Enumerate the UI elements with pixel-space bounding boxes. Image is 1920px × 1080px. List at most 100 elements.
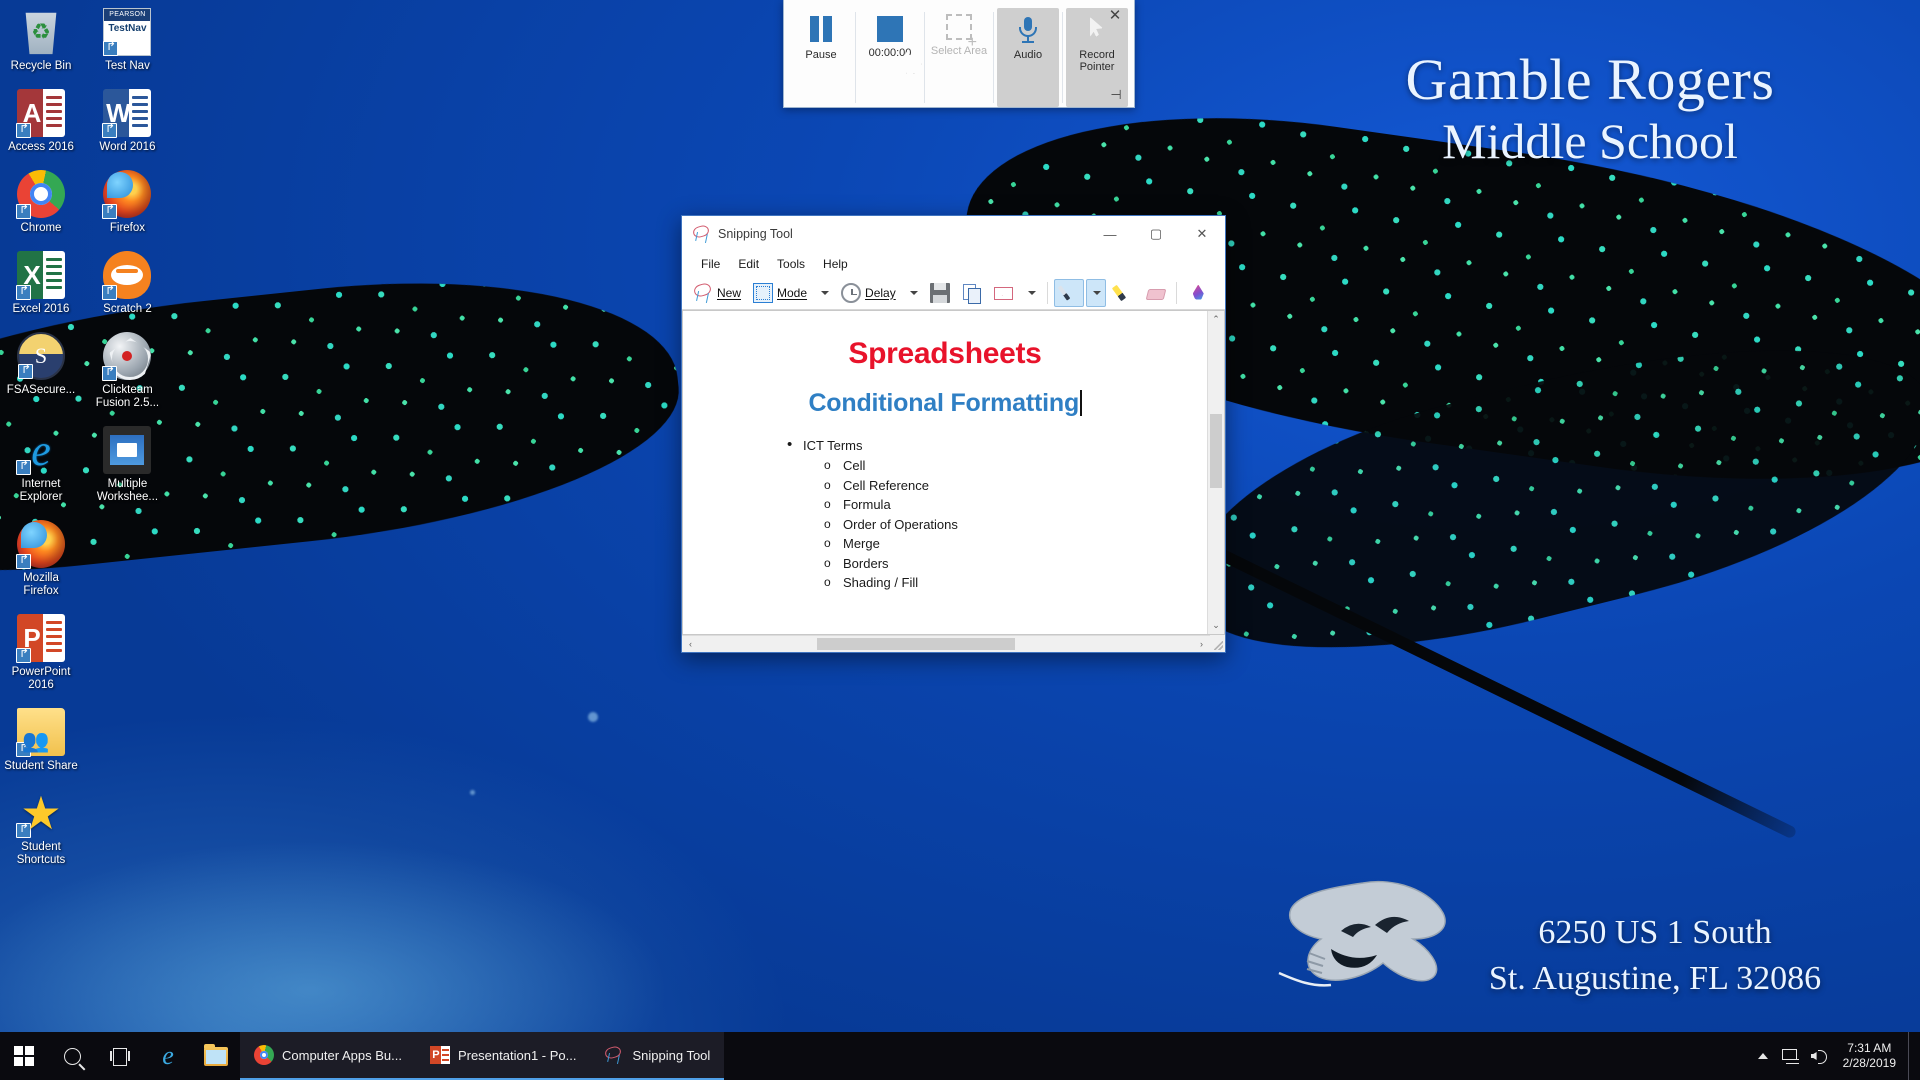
slide-bullet-level2: Cell [787, 456, 1207, 476]
captured-slide-image[interactable]: Spreadsheets Conditional Formatting ICT … [683, 311, 1207, 634]
scroll-thumb[interactable] [1210, 414, 1222, 488]
menu-tools[interactable]: Tools [768, 255, 814, 273]
scroll-track[interactable] [1208, 328, 1224, 617]
bubble [470, 790, 475, 795]
copy-snip-button[interactable] [957, 279, 987, 307]
desktop-icon-excel-2016[interactable]: X Excel 2016 [2, 247, 80, 318]
desktop-icon-scratch-2[interactable]: Scratch 2 [88, 247, 166, 318]
window-titlebar[interactable]: Snipping Tool — ▢ ✕ [682, 216, 1225, 252]
screen-recording-toolbar[interactable]: Pause 00:00:00 Select Area Audio Record … [783, 0, 1135, 108]
desktop-icon-internet-explorer[interactable]: Internet Explorer [2, 422, 80, 506]
pen-dropdown[interactable] [1085, 278, 1106, 307]
desktop-icon-recycle-bin[interactable]: Recycle Bin [2, 4, 80, 75]
horizontal-scrollbar[interactable]: ‹ › [682, 635, 1210, 652]
slide-bullet-level2: Order of Operations [787, 515, 1207, 535]
eraser-tool-button[interactable] [1140, 279, 1170, 307]
desktop-icon-chrome[interactable]: Chrome [2, 166, 80, 237]
text-cursor [1080, 390, 1082, 416]
taskbar-pinned-edge[interactable]: e [144, 1032, 192, 1080]
scroll-left-button[interactable]: ‹ [682, 636, 699, 652]
search-button[interactable] [48, 1032, 96, 1080]
divider [1175, 281, 1177, 304]
menu-file[interactable]: File [692, 255, 729, 273]
testnav-pearson-icon: PEARSON TestNav [103, 8, 152, 56]
desktop-icon-word-2016[interactable]: W Word 2016 [88, 85, 166, 156]
internet-explorer-icon [16, 426, 65, 475]
desktop-icon-grid: Recycle Bin PEARSONTestNav Test Nav A Ac… [0, 4, 170, 879]
search-icon [63, 1047, 81, 1065]
clock[interactable]: 7:31 AM 2/28/2019 [1833, 1041, 1908, 1071]
desktop-icon-powerpoint-2016[interactable]: P PowerPoint 2016 [2, 610, 80, 694]
chevron-up-icon [1757, 1053, 1768, 1059]
desktop-icon-clickteam-fusion[interactable]: Clickteam Fusion 2.5... [88, 328, 166, 412]
new-snip-button[interactable]: New [688, 279, 746, 307]
color-picker-button[interactable] [1183, 279, 1213, 307]
highlighter-tool-button[interactable] [1108, 279, 1138, 307]
vertical-scrollbar[interactable]: ⌃ ⌄ [1207, 311, 1224, 634]
window-controls: — ▢ ✕ [1087, 216, 1225, 252]
desktop-icon-student-share[interactable]: Student Share [2, 704, 80, 775]
start-button[interactable] [0, 1032, 48, 1080]
taskbar-app-snipping-tool[interactable]: Snipping Tool [590, 1032, 725, 1080]
close-icon[interactable]: ✕ [1106, 7, 1124, 25]
scroll-right-button[interactable]: › [1193, 636, 1210, 652]
eraser-icon [1145, 283, 1165, 303]
scroll-thumb[interactable] [817, 638, 1015, 650]
audio-toggle-button[interactable]: Audio [997, 8, 1059, 107]
desktop-icon-mozilla-firefox[interactable]: Mozilla Firefox [2, 516, 80, 600]
snipping-tool-window[interactable]: Snipping Tool — ▢ ✕ File Edit Tools Help… [681, 215, 1226, 653]
school-address-line2: St. Augustine, FL 32086 [1488, 960, 1822, 997]
desktop-icon-firefox[interactable]: Firefox [88, 166, 166, 237]
email-snip-button[interactable] [989, 279, 1019, 307]
save-snip-button[interactable] [925, 279, 955, 307]
taskbar-app-label: Presentation1 - Po... [457, 1047, 577, 1063]
menu-bar: File Edit Tools Help [682, 252, 1225, 276]
pen-tool-button[interactable] [1053, 278, 1084, 307]
volume-button[interactable] [1805, 1032, 1833, 1080]
delay-button[interactable]: Delay [836, 279, 901, 307]
taskbar: e Computer Apps Bu... P Presentation1 - … [0, 1032, 1920, 1080]
show-hidden-icons-button[interactable] [1749, 1032, 1777, 1080]
desktop-icon-label: Excel 2016 [12, 303, 70, 315]
highlighter-icon [1113, 283, 1133, 303]
desktop-icon-access-2016[interactable]: A Access 2016 [2, 85, 80, 156]
task-view-button[interactable] [96, 1032, 144, 1080]
slide-bullet-level2: Merge [787, 534, 1207, 554]
taskbar-app-chrome[interactable]: Computer Apps Bu... [240, 1032, 416, 1080]
scroll-track[interactable] [699, 636, 1193, 652]
desktop-icon-multiple-worksheets[interactable]: Multiple Workshee... [88, 422, 166, 506]
desktop-icon-label: Test Nav [105, 60, 150, 72]
record-pause-button[interactable]: Pause [790, 8, 852, 107]
slide-bullet-list: ICT Terms Cell Cell Reference Formula Or… [787, 436, 1207, 593]
menu-edit[interactable]: Edit [729, 255, 768, 273]
record-pointer-label: Record Pointer [1079, 49, 1115, 73]
microsoft-access-icon: A [16, 89, 65, 138]
delay-label: Delay [865, 285, 896, 300]
scroll-down-button[interactable]: ⌄ [1208, 617, 1224, 634]
snip-preview-area[interactable]: Spreadsheets Conditional Formatting ICT … [682, 310, 1225, 635]
taskbar-app-label: Snipping Tool [632, 1047, 711, 1063]
mode-label: Mode [777, 285, 808, 300]
chevron-down-icon [1092, 290, 1101, 295]
scroll-up-button[interactable]: ⌃ [1208, 311, 1224, 328]
mode-dropdown[interactable] [814, 279, 834, 307]
resize-grip[interactable] [1210, 635, 1225, 652]
desktop-icon-fsa-secure[interactable]: FSASecure... [2, 328, 80, 399]
chrome-icon [254, 1045, 274, 1065]
delay-dropdown[interactable] [903, 279, 923, 307]
mode-button[interactable]: Mode [748, 279, 812, 307]
show-desktop-button[interactable] [1908, 1032, 1916, 1080]
desktop-icon-student-shortcuts[interactable]: Student Shortcuts [2, 785, 80, 869]
minimize-button[interactable]: — [1087, 216, 1133, 252]
menu-help[interactable]: Help [814, 255, 857, 273]
email-dropdown[interactable] [1021, 279, 1041, 307]
network-status-button[interactable] [1777, 1032, 1805, 1080]
select-area-button[interactable]: Select Area [928, 8, 990, 107]
taskbar-app-powerpoint[interactable]: P Presentation1 - Po... [415, 1032, 591, 1080]
desktop-icon-label: Chrome [20, 222, 62, 234]
close-button[interactable]: ✕ [1179, 216, 1225, 252]
taskbar-pinned-file-explorer[interactable] [192, 1032, 240, 1080]
maximize-button[interactable]: ▢ [1133, 216, 1179, 252]
desktop-icon-test-nav[interactable]: PEARSONTestNav Test Nav [88, 4, 166, 75]
pin-toolbar-icon[interactable]: ⊣ [1108, 87, 1124, 103]
